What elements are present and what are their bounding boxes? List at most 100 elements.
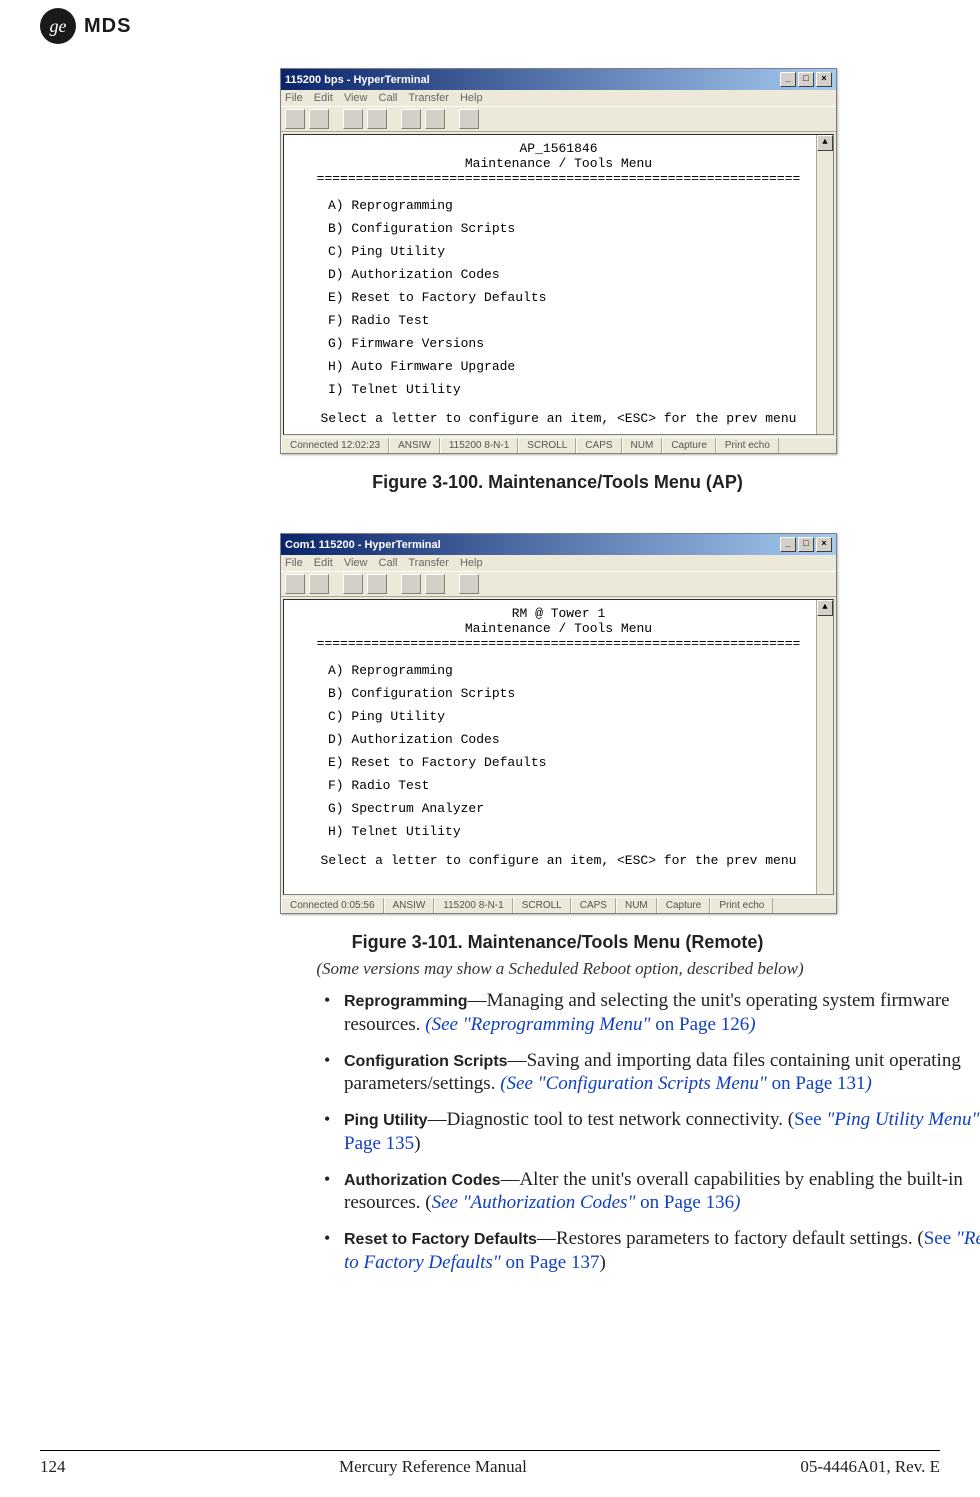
bullet-dash: — xyxy=(500,1169,519,1190)
menu-item-b: B) Configuration Scripts xyxy=(328,221,829,236)
status-baud: 115200 8-N-1 xyxy=(440,438,518,453)
properties-icon[interactable] xyxy=(459,574,479,594)
status-connected: Connected 0:05:56 xyxy=(281,898,384,913)
send-icon[interactable] xyxy=(401,109,421,129)
paren-close: ) xyxy=(866,1073,872,1094)
properties-icon[interactable] xyxy=(459,109,479,129)
titlebar-buttons: _ □ × xyxy=(780,537,832,552)
page-footer: 124 Mercury Reference Manual 05-4446A01,… xyxy=(40,1450,940,1477)
menu-call[interactable]: Call xyxy=(379,92,398,104)
toolbar xyxy=(281,571,836,597)
see-title[interactable]: "Authorization Codes" xyxy=(463,1192,636,1213)
menu-file[interactable]: File xyxy=(285,557,303,569)
subcaption-part-c: option, described below) xyxy=(635,959,804,978)
maximize-button[interactable]: □ xyxy=(798,537,814,552)
see-page[interactable]: Page 136 xyxy=(664,1192,734,1213)
figure-caption-1: Figure 3-100. Maintenance/Tools Menu (AP… xyxy=(280,472,835,493)
subcaption-part-a: (Some versions may show a xyxy=(316,959,508,978)
menu-file[interactable]: File xyxy=(285,92,303,104)
terminal-menu-list: A) Reprogramming B) Configuration Script… xyxy=(328,198,829,397)
window-title: Com1 115200 - HyperTerminal xyxy=(285,539,441,551)
new-icon[interactable] xyxy=(285,574,305,594)
see-word: See xyxy=(432,1014,463,1035)
menu-edit[interactable]: Edit xyxy=(314,92,333,104)
figure-subcaption-2: (Some versions may show a Scheduled Rebo… xyxy=(200,959,920,979)
bullet-reprogramming: Reprogramming—Managing and selecting the… xyxy=(320,989,980,1037)
bullet-dash: — xyxy=(428,1109,447,1130)
menu-item-c: C) Ping Utility xyxy=(328,709,829,724)
scrollbar[interactable]: ▲ xyxy=(816,600,833,894)
new-icon[interactable] xyxy=(285,109,305,129)
minimize-button[interactable]: _ xyxy=(780,537,796,552)
subcaption-part-b: Scheduled Reboot xyxy=(509,959,631,978)
close-button[interactable]: × xyxy=(816,537,832,552)
send-icon[interactable] xyxy=(401,574,421,594)
connect-icon[interactable] xyxy=(343,574,363,594)
menu-call[interactable]: Call xyxy=(379,557,398,569)
menu-edit[interactable]: Edit xyxy=(314,557,333,569)
receive-icon[interactable] xyxy=(425,109,445,129)
see-page[interactable]: Page 137 xyxy=(529,1252,599,1273)
menu-view[interactable]: View xyxy=(344,557,368,569)
minimize-button[interactable]: _ xyxy=(780,72,796,87)
status-num: NUM xyxy=(622,438,663,453)
menu-help[interactable]: Help xyxy=(460,557,483,569)
see-title[interactable]: "Ping Utility Menu" xyxy=(826,1109,979,1130)
bullet-term: Configuration Scripts xyxy=(344,1053,508,1070)
receive-icon[interactable] xyxy=(425,574,445,594)
brand-header: ge MDS xyxy=(40,0,940,48)
open-icon[interactable] xyxy=(309,574,329,594)
see-word: See xyxy=(432,1192,463,1213)
menu-item-a: A) Reprogramming xyxy=(328,663,829,678)
see-on: on xyxy=(767,1073,796,1094)
see-page[interactable]: Page 131 xyxy=(795,1073,865,1094)
menu-transfer[interactable]: Transfer xyxy=(408,557,449,569)
connect-icon[interactable] xyxy=(343,109,363,129)
menu-item-a: A) Reprogramming xyxy=(328,198,829,213)
status-baud: 115200 8-N-1 xyxy=(434,898,512,913)
status-caps: CAPS xyxy=(576,438,621,453)
disconnect-icon[interactable] xyxy=(367,109,387,129)
scroll-up-icon[interactable]: ▲ xyxy=(817,135,833,151)
see-page[interactable]: Page 135 xyxy=(344,1133,414,1154)
status-emulation: ANSIW xyxy=(389,438,440,453)
menu-help[interactable]: Help xyxy=(460,92,483,104)
menu-item-g: G) Spectrum Analyzer xyxy=(328,801,829,816)
see-on: on xyxy=(501,1252,530,1273)
menu-item-e: E) Reset to Factory Defaults xyxy=(328,755,829,770)
scroll-up-icon[interactable]: ▲ xyxy=(817,600,833,616)
status-capture: Capture xyxy=(662,438,716,453)
menu-item-f: F) Radio Test xyxy=(328,778,829,793)
see-word: See xyxy=(924,1228,956,1249)
bullet-ping-utility: Ping Utility—Diagnostic tool to test net… xyxy=(320,1108,980,1156)
open-icon[interactable] xyxy=(309,109,329,129)
maximize-button[interactable]: □ xyxy=(798,72,814,87)
paren-close: ) xyxy=(734,1192,740,1213)
bullet-desc: Restores parameters to factory default s… xyxy=(556,1228,917,1249)
see-title[interactable]: "Configuration Scripts Menu" xyxy=(538,1073,767,1094)
bullet-list: Reprogramming—Managing and selecting the… xyxy=(280,989,980,1275)
bullet-term: Reprogramming xyxy=(344,993,468,1010)
terminal-header-1: AP_1561846 xyxy=(288,141,829,156)
menu-item-b: B) Configuration Scripts xyxy=(328,686,829,701)
menu-transfer[interactable]: Transfer xyxy=(408,92,449,104)
footer-page-number: 124 xyxy=(40,1457,66,1477)
see-page[interactable]: Page 126 xyxy=(679,1014,749,1035)
terminal-body[interactable]: ▲ RM @ Tower 1 Maintenance / Tools Menu … xyxy=(283,599,834,895)
terminal-prompt: Select a letter to configure an item, <E… xyxy=(288,411,829,426)
bullet-dash: — xyxy=(508,1050,527,1071)
terminal-menu-list: A) Reprogramming B) Configuration Script… xyxy=(328,663,829,839)
disconnect-icon[interactable] xyxy=(367,574,387,594)
close-button[interactable]: × xyxy=(816,72,832,87)
bullet-config-scripts: Configuration Scripts—Saving and importi… xyxy=(320,1049,980,1097)
menubar: File Edit View Call Transfer Help xyxy=(281,90,836,106)
scrollbar[interactable]: ▲ xyxy=(816,135,833,434)
terminal-body[interactable]: ▲ AP_1561846 Maintenance / Tools Menu ==… xyxy=(283,134,834,435)
menu-item-c: C) Ping Utility xyxy=(328,244,829,259)
menu-item-h: H) Telnet Utility xyxy=(328,824,829,839)
see-title[interactable]: "Reprogramming Menu" xyxy=(463,1014,651,1035)
menu-view[interactable]: View xyxy=(344,92,368,104)
bullet-dash: — xyxy=(537,1228,556,1249)
titlebar: 115200 bps - HyperTerminal _ □ × xyxy=(281,69,836,90)
see-on: on xyxy=(651,1014,680,1035)
